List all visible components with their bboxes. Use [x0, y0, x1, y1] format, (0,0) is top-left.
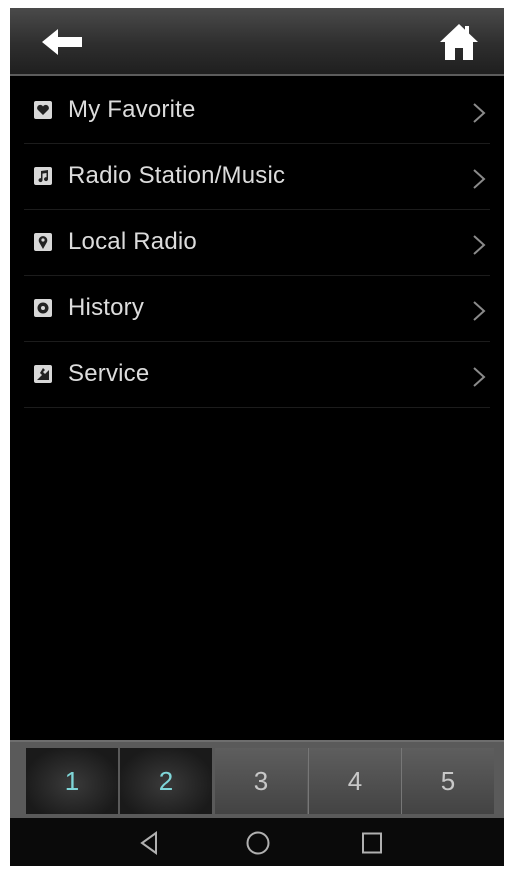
tab-3[interactable]: 3 [215, 748, 307, 814]
tab-1[interactable]: 1 [26, 748, 118, 814]
page-tab-bar: 1 2 3 4 5 [10, 740, 504, 818]
chevron-right-icon [473, 235, 486, 255]
menu-item-service[interactable]: Service [24, 342, 490, 408]
tab-4[interactable]: 4 [308, 748, 401, 814]
chevron-right-icon [473, 169, 486, 189]
favorite-icon [34, 101, 52, 119]
menu-item-label: History [68, 294, 145, 321]
menu-item-my-favorite[interactable]: My Favorite [24, 78, 490, 144]
chevron-right-icon [473, 367, 486, 387]
menu-item-label: Radio Station/Music [68, 162, 286, 189]
service-icon [34, 365, 52, 383]
nav-back-icon[interactable] [136, 830, 164, 856]
menu-item-label: Local Radio [68, 228, 197, 255]
nav-recents-icon[interactable] [358, 830, 386, 856]
system-navigation-bar [10, 818, 504, 866]
home-icon[interactable] [438, 22, 480, 62]
menu-item-label: Service [68, 360, 150, 387]
main-menu-list: My Favorite Radio Station/Music Local Ra… [10, 78, 504, 408]
back-arrow-icon[interactable] [40, 26, 84, 58]
music-note-icon [34, 167, 52, 185]
menu-item-radio-station-music[interactable]: Radio Station/Music [24, 144, 490, 210]
tab-2[interactable]: 2 [120, 748, 212, 814]
menu-item-label: My Favorite [68, 96, 196, 123]
nav-home-icon[interactable] [244, 830, 272, 856]
top-action-bar [10, 8, 504, 76]
chevron-right-icon [473, 301, 486, 321]
menu-item-history[interactable]: History [24, 276, 490, 342]
history-icon [34, 299, 52, 317]
location-pin-icon [34, 233, 52, 251]
chevron-right-icon [473, 103, 486, 123]
menu-item-local-radio[interactable]: Local Radio [24, 210, 490, 276]
phone-screen: My Favorite Radio Station/Music Local Ra… [10, 8, 504, 866]
tab-5[interactable]: 5 [401, 748, 494, 814]
